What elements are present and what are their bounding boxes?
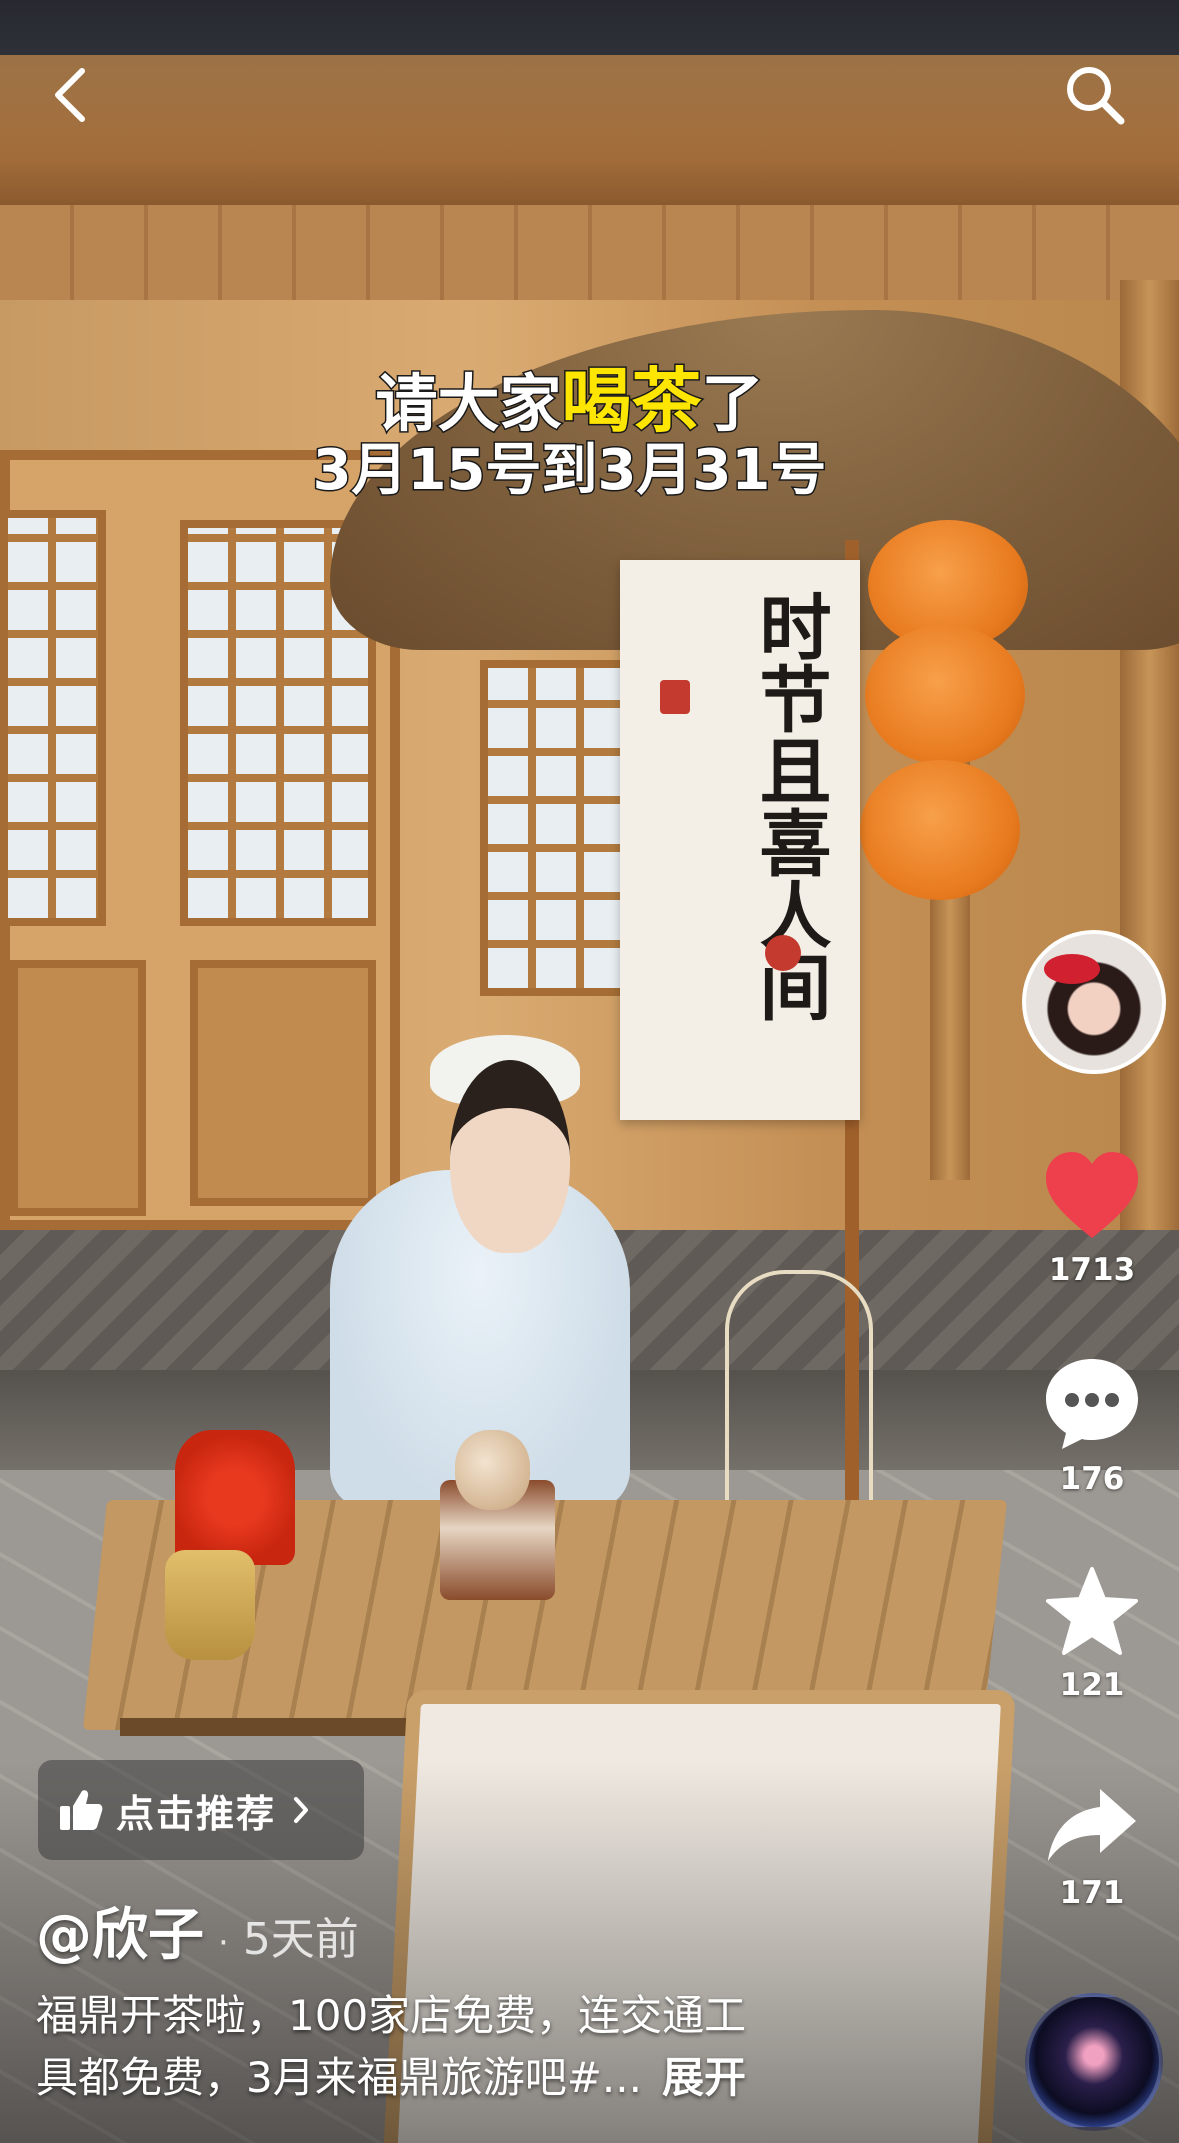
- orange-lantern: [865, 625, 1025, 765]
- author-row: @欣子 · 5天前: [36, 1890, 359, 1971]
- teapot: [455, 1430, 530, 1510]
- red-seal: [660, 680, 690, 714]
- video-caption-line2: 3月15号到3月31号: [311, 437, 828, 505]
- chevron-right-icon: [294, 1797, 309, 1823]
- carved-panel: [10, 960, 146, 1216]
- share-button[interactable]: 171: [1022, 1785, 1162, 1911]
- golden-vase: [165, 1550, 255, 1660]
- top-gradient: [0, 0, 1179, 160]
- recommend-button[interactable]: 点击推荐: [38, 1760, 364, 1860]
- share-count: 171: [1059, 1875, 1125, 1911]
- candied-hawthorn: [175, 1430, 295, 1565]
- separator-dot: ·: [218, 1923, 229, 1963]
- share-icon: [1048, 1789, 1136, 1861]
- lattice-window: [0, 510, 106, 926]
- description-line1: 福鼎开茶啦，100家店免费，连交通工: [36, 1991, 747, 2040]
- banner-col2: 且喜人间: [747, 734, 832, 1022]
- red-seal: [765, 935, 801, 971]
- back-arrow-icon: [55, 68, 85, 122]
- search-icon: [1067, 67, 1125, 125]
- music-disc[interactable]: [1025, 1993, 1163, 2131]
- video-description[interactable]: 福鼎开茶啦，100家店免费，连交通工 具都免费，3月来福鼎旅游吧#... 展开: [36, 1985, 896, 2109]
- avatar-bow: [1044, 954, 1100, 984]
- banner-col1: 时节: [747, 590, 832, 734]
- author-avatar[interactable]: [1022, 930, 1166, 1074]
- roof-beam: [0, 205, 1179, 300]
- description-line2-row: 具都免费，3月来福鼎旅游吧#... 展开: [36, 2047, 896, 2109]
- expand-button[interactable]: 展开: [662, 2053, 746, 2102]
- description-line2: 具都免费，3月来福鼎旅游吧#...: [36, 2053, 642, 2102]
- author-name[interactable]: @欣子: [36, 1890, 204, 1971]
- favorite-count: 121: [1059, 1667, 1125, 1703]
- like-count: 1713: [1048, 1252, 1136, 1288]
- back-button[interactable]: [40, 60, 100, 130]
- recommend-label: 点击推荐: [116, 1791, 277, 1836]
- search-button[interactable]: [1060, 60, 1130, 130]
- like-button[interactable]: 1713: [1022, 1150, 1162, 1288]
- banner-calligraphy: 时节且喜人间: [650, 590, 832, 1090]
- comment-count: 176: [1059, 1461, 1125, 1497]
- favorite-button[interactable]: 121: [1022, 1565, 1162, 1703]
- orange-lantern: [860, 760, 1020, 900]
- post-time: 5天前: [242, 1914, 359, 1965]
- carved-panel: [190, 960, 376, 1206]
- comment-button[interactable]: 176: [1022, 1355, 1162, 1497]
- heart-icon: [1046, 1152, 1138, 1238]
- star-icon: [1046, 1567, 1138, 1655]
- person-head: [450, 1060, 570, 1253]
- thumbs-up-icon: [60, 1790, 103, 1830]
- comment-icon: [1046, 1359, 1138, 1449]
